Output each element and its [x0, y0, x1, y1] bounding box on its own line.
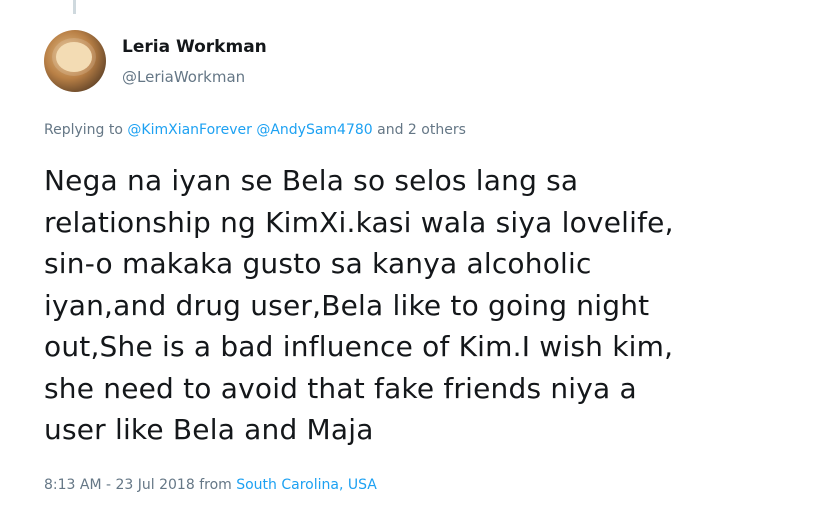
tweet-metadata: 8:13 AM - 23 Jul 2018 from South Carolin… — [44, 477, 377, 493]
thread-connector-line — [73, 0, 76, 14]
mention-link[interactable]: @AndySam4780 — [256, 122, 372, 138]
avatar-photo — [56, 42, 92, 72]
mention-link[interactable]: @KimXianForever — [127, 122, 251, 138]
replying-to: Replying to @KimXianForever @AndySam4780… — [44, 122, 466, 138]
replying-prefix: Replying to — [44, 122, 123, 138]
replying-suffix[interactable]: and 2 others — [377, 122, 466, 138]
author-name[interactable]: Leria Workman — [122, 37, 267, 57]
tweet-location[interactable]: South Carolina, USA — [236, 477, 377, 493]
from-label: from — [199, 477, 232, 493]
author-handle[interactable]: @LeriaWorkman — [122, 68, 245, 86]
tweet-text: Nega na iyan se Bela so selos lang sa re… — [44, 164, 674, 446]
avatar[interactable] — [44, 30, 106, 92]
tweet-timestamp[interactable]: 8:13 AM - 23 Jul 2018 — [44, 477, 195, 493]
